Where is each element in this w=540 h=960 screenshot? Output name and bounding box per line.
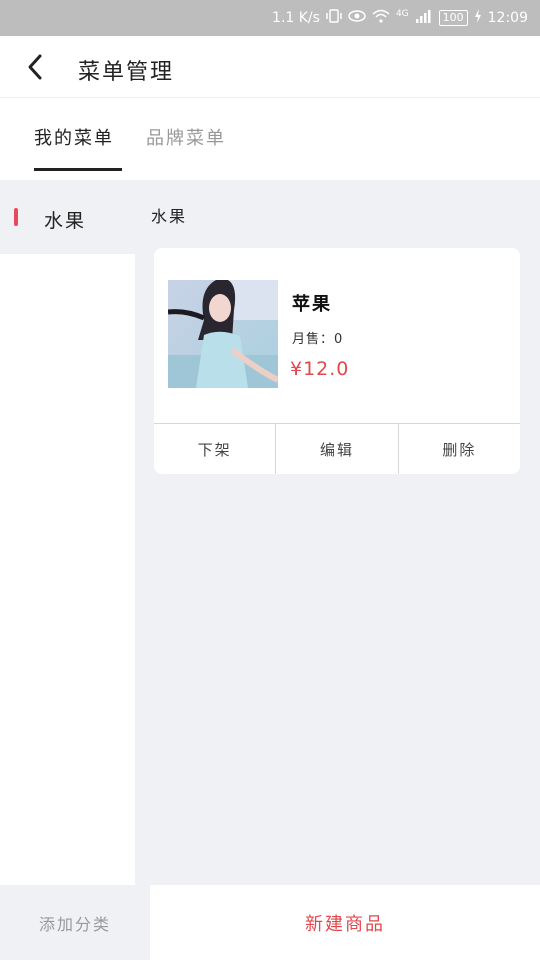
vibrate-icon (326, 8, 342, 28)
product-name: 苹果 (292, 294, 332, 315)
card-actions: 下架 编辑 删除 (154, 423, 520, 474)
active-tab-underline (34, 168, 122, 171)
page-title: 菜单管理 (78, 60, 175, 85)
status-bar: 1.1 K/s 4G 100 12:09 (0, 0, 540, 36)
bottom-bar: 添加分类 新建商品 (0, 885, 540, 960)
menu-tabs: 我的菜单 品牌菜单 (0, 98, 540, 180)
monthly-sales: 月售：0 (292, 332, 344, 347)
app-header: 菜单管理 (0, 36, 540, 98)
back-button[interactable] (18, 50, 52, 84)
battery-indicator: 100 (438, 10, 468, 26)
clock: 12:09 (487, 10, 528, 26)
product-price: ¥12.0 (290, 358, 350, 380)
new-product-button[interactable]: 新建商品 (150, 885, 540, 960)
charging-icon (474, 9, 482, 27)
wifi-icon (372, 9, 390, 27)
category-sidebar: 水果 (0, 180, 135, 885)
delete-button[interactable]: 删除 (397, 424, 520, 474)
add-category-button[interactable]: 添加分类 (0, 885, 150, 960)
edit-button[interactable]: 编辑 (275, 424, 397, 474)
product-image[interactable] (168, 280, 278, 388)
product-card: 苹果 月售：0 ¥12.0 下架 编辑 删除 (154, 248, 520, 474)
active-indicator (14, 208, 18, 226)
network-speed: 1.1 K/s (272, 10, 320, 26)
section-title: 水果 (151, 207, 188, 226)
sidebar-item-fruit[interactable]: 水果 (0, 180, 135, 254)
sidebar-item-label: 水果 (44, 210, 87, 232)
tab-brand-menu[interactable]: 品牌菜单 (146, 124, 226, 150)
delist-button[interactable]: 下架 (154, 424, 275, 474)
chevron-left-icon (28, 54, 42, 80)
network-type: 4G (395, 9, 409, 19)
signal-icon (415, 9, 433, 27)
tab-my-menu[interactable]: 我的菜单 (34, 124, 114, 150)
eye-icon (348, 9, 366, 27)
